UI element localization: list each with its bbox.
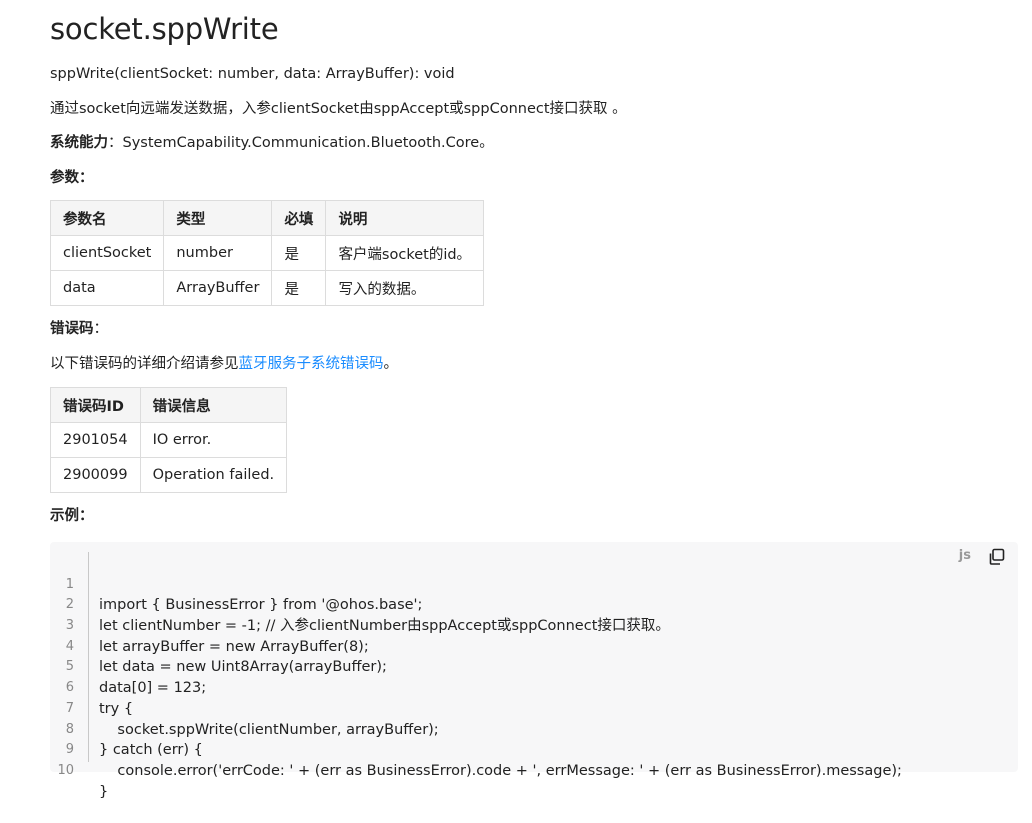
code-text: console.error('errCode: ' + (err as Busi… xyxy=(99,762,902,779)
example-heading: 示例： xyxy=(50,508,94,524)
table-header-cell: 参数名 xyxy=(49,200,165,236)
code-text: let clientNumber = -1; // 入参clientNumber… xyxy=(99,618,670,635)
code-block: js 1 import { BusinessError } from '@oho… xyxy=(50,542,1018,800)
code-text: } xyxy=(99,783,109,800)
table-cell: 是 xyxy=(271,270,327,306)
table-header-row: 错误码ID 错误信息 xyxy=(50,387,288,423)
api-signature: sppWrite(clientSocket: number, data: Arr… xyxy=(50,66,455,82)
table-cell: 2900099 xyxy=(50,457,141,493)
system-capability: 系统能力：SystemCapability.Communication.Blue… xyxy=(50,133,494,153)
code-line: 8 } catch (err) { xyxy=(50,699,203,759)
code-line: 7 socket.sppWrite(clientNumber, arrayBuf… xyxy=(50,678,439,738)
errors-intro-prefix: 以下错误码的详细介绍请参见 xyxy=(50,356,239,372)
table-cell: 写入的数据。 xyxy=(325,270,485,306)
line-number: 10 xyxy=(57,762,74,778)
table-cell: data xyxy=(49,270,165,306)
table-header-row: 参数名 类型 必填 说明 xyxy=(49,200,485,236)
code-text: let arrayBuffer = new ArrayBuffer(8); xyxy=(99,638,369,655)
error-codes-link[interactable]: 蓝牙服务子系统错误码 xyxy=(239,356,384,372)
table-row: 2900099 Operation failed. xyxy=(50,457,288,493)
table-cell: ArrayBuffer xyxy=(163,270,273,306)
code-line: 9 console.error('errCode: ' + (err as Bu… xyxy=(50,720,902,779)
code-line: 2 let clientNumber = -1; // 入参clientNumb… xyxy=(50,575,670,634)
copy-icon[interactable] xyxy=(988,548,1006,566)
table-header-cell: 说明 xyxy=(325,200,485,236)
errors-table: 错误码ID 错误信息 2901054 IO error. 2900099 Ope… xyxy=(50,387,288,493)
table-row: clientSocket number 是 客户端socket的id。 xyxy=(49,235,485,271)
table-cell: clientSocket xyxy=(49,235,165,271)
code-line: 1 import { BusinessError } from '@ohos.b… xyxy=(50,554,423,614)
errors-heading: 错误码： xyxy=(50,319,108,339)
code-text: let data = new Uint8Array(arrayBuffer); xyxy=(99,659,387,676)
table-header-cell: 错误信息 xyxy=(139,387,288,423)
capability-value: SystemCapability.Communication.Bluetooth… xyxy=(122,135,494,151)
code-language-label: js xyxy=(958,548,971,563)
table-cell: Operation failed. xyxy=(139,457,288,493)
params-table: 参数名 类型 必填 说明 clientSocket number 是 客户端so… xyxy=(49,200,485,306)
table-cell: 客户端socket的id。 xyxy=(325,235,485,271)
code-text: import { BusinessError } from '@ohos.bas… xyxy=(99,597,423,614)
errors-intro-suffix: 。 xyxy=(383,356,399,372)
errors-intro: 以下错误码的详细介绍请参见蓝牙服务子系统错误码。 xyxy=(50,354,398,374)
table-cell: number xyxy=(163,235,273,271)
table-header-cell: 必填 xyxy=(271,200,327,236)
params-heading: 参数： xyxy=(50,170,94,186)
code-text: try { xyxy=(99,700,134,717)
code-text: } catch (err) { xyxy=(99,742,203,759)
table-cell: 2901054 xyxy=(50,422,141,458)
errors-label: 错误码 xyxy=(50,321,94,337)
errors-sep: ： xyxy=(93,321,109,337)
code-line: 4 let data = new Uint8Array(arrayBuffer)… xyxy=(50,616,387,676)
code-line: 3 let arrayBuffer = new ArrayBuffer(8); xyxy=(50,595,369,655)
code-lines: 1 import { BusinessError } from '@ohos.b… xyxy=(50,554,902,800)
code-line: 5 data[0] = 123; xyxy=(50,637,206,696)
capability-label: 系统能力 xyxy=(50,135,108,151)
table-cell: 是 xyxy=(271,235,327,271)
table-cell: IO error. xyxy=(139,422,288,458)
capability-sep: ： xyxy=(108,135,123,151)
table-header-cell: 类型 xyxy=(163,200,273,236)
code-text: data[0] = 123; xyxy=(99,680,207,697)
table-row: 2901054 IO error. xyxy=(50,422,288,458)
page-title: socket.sppWrite xyxy=(50,12,279,46)
api-description: 通过socket向远端发送数据，入参clientSocket由sppAccept… xyxy=(50,101,627,117)
table-header-cell: 错误码ID xyxy=(50,387,141,423)
code-line: 10 } xyxy=(50,740,108,800)
code-gutter-divider xyxy=(88,552,89,762)
table-row: data ArrayBuffer 是 写入的数据。 xyxy=(49,270,485,306)
code-text: socket.sppWrite(clientNumber, arrayBuffe… xyxy=(99,721,439,738)
code-line: 6 try { xyxy=(50,657,133,717)
